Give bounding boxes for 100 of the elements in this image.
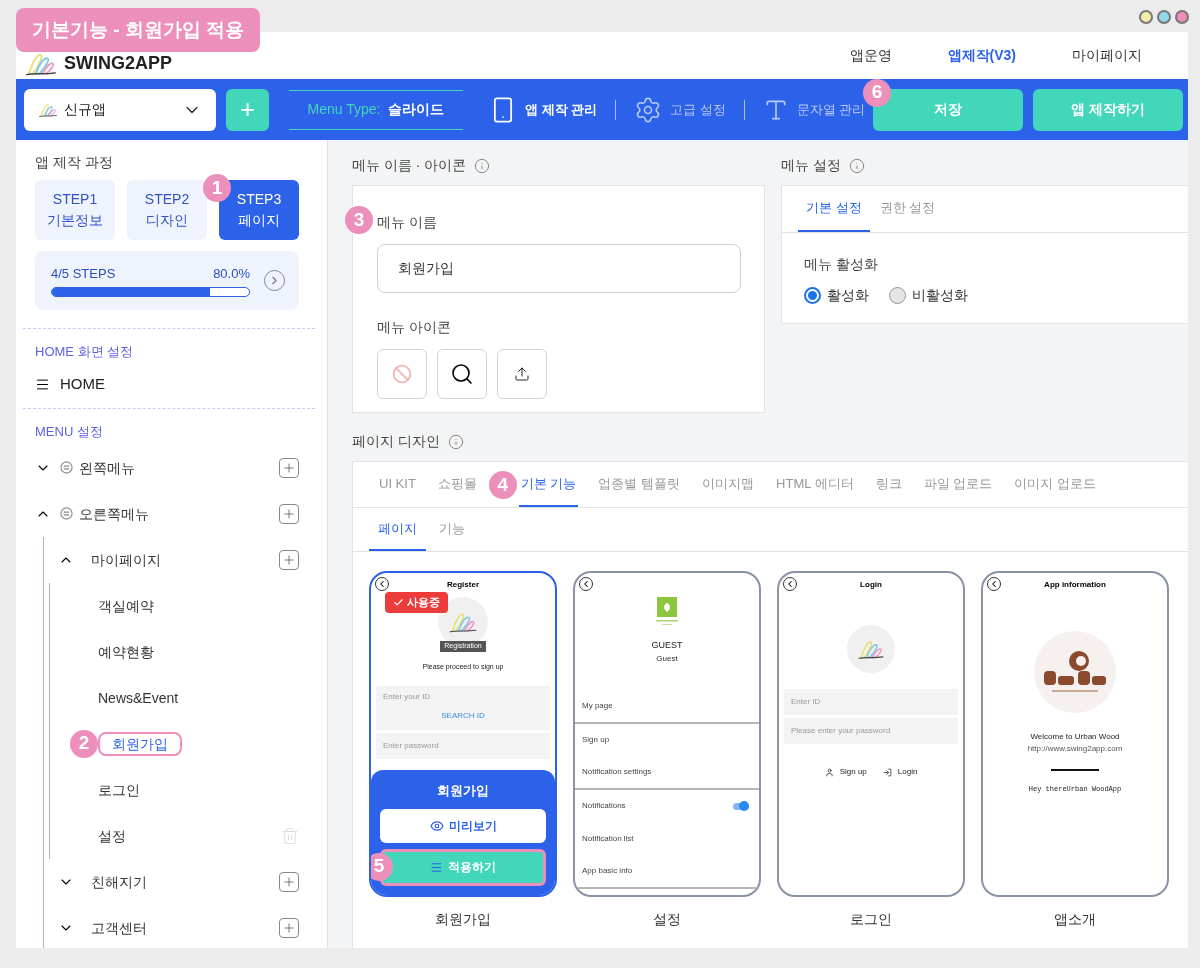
section-title: 앱 제작 과정 bbox=[35, 154, 113, 170]
settings-item[interactable]: Notifications bbox=[582, 800, 626, 812]
plus-icon bbox=[282, 506, 296, 521]
plus-icon bbox=[282, 460, 296, 475]
menu-tree-item[interactable]: 오른쪽메뉴 bbox=[79, 505, 149, 522]
menu-tree-item[interactable]: 객실예약 bbox=[98, 597, 154, 614]
scribble-logo-icon bbox=[38, 101, 58, 118]
radio-label: 비활성화 bbox=[912, 286, 968, 305]
settings-item[interactable]: App basic info bbox=[582, 865, 633, 877]
screen-link[interactable]: Sign up bbox=[824, 766, 867, 778]
menu-tree-item[interactable]: 로그인 bbox=[98, 781, 140, 798]
settings-item[interactable]: Sign up bbox=[582, 734, 610, 746]
settings-row[interactable]: My page bbox=[575, 690, 759, 724]
menu-circle-icon bbox=[60, 461, 73, 474]
settings-row[interactable]: Sign up bbox=[575, 723, 759, 757]
app-select[interactable]: 신규앱 bbox=[24, 88, 216, 131]
template-name: 로그인 bbox=[850, 910, 892, 929]
plus-icon bbox=[282, 552, 296, 567]
menu-name-input[interactable]: 회원가입 bbox=[377, 244, 741, 293]
settings-item[interactable]: Notification list bbox=[582, 833, 634, 845]
icon-option-button[interactable] bbox=[437, 349, 487, 399]
settings-item[interactable]: My page bbox=[582, 700, 613, 712]
section-title: 페이지 디자인 bbox=[352, 432, 440, 451]
screen-title: Login bbox=[860, 579, 882, 591]
progress-percent: 80.0% bbox=[213, 265, 250, 284]
design-subtab[interactable]: 페이지 bbox=[369, 508, 426, 551]
menu-tree-item[interactable]: 고객센터 bbox=[91, 919, 147, 936]
login-icon bbox=[882, 767, 892, 777]
settings-row[interactable]: App basic info bbox=[575, 855, 759, 889]
lines-icon bbox=[430, 860, 443, 874]
section-title: HOME 화면 설정 bbox=[35, 344, 134, 359]
menu-tree-item[interactable]: 마이페이지 bbox=[91, 551, 161, 568]
design-tab[interactable]: 기본 기능 bbox=[518, 462, 579, 507]
menu-tree-item[interactable]: News&Event bbox=[98, 689, 179, 706]
nav-link[interactable]: 앱운영 bbox=[849, 45, 892, 66]
menu-tree-item[interactable]: 회원가입 bbox=[98, 731, 182, 756]
info-icon[interactable] bbox=[848, 157, 865, 174]
screen-link[interactable]: Login bbox=[882, 766, 918, 778]
nav-link[interactable]: 마이페이지 bbox=[1072, 45, 1142, 66]
template-name: 회원가입 bbox=[435, 910, 491, 929]
welcome-text: Welcome to Urban Wood bbox=[1030, 731, 1120, 743]
step-button[interactable]: STEP1 기본정보 bbox=[35, 180, 115, 240]
eye-icon bbox=[429, 818, 444, 833]
radio-button[interactable] bbox=[889, 287, 906, 304]
menu-tree-item[interactable]: 설정 bbox=[98, 827, 126, 844]
field-label: 메뉴 이름 bbox=[377, 214, 437, 230]
settings-row[interactable]: Notification list bbox=[575, 822, 759, 856]
url-text: http://www.swing2app.com bbox=[1027, 743, 1123, 755]
menu-tree-item[interactable]: 예약현황 bbox=[98, 643, 154, 660]
menu-type-label: Menu Type: bbox=[307, 100, 381, 119]
search-id-link[interactable]: SEARCH ID bbox=[441, 710, 485, 722]
add-menu-button[interactable] bbox=[279, 503, 299, 524]
menu-type-value: 슬라이드 bbox=[388, 100, 445, 119]
settings-row[interactable]: Notifications bbox=[575, 789, 759, 823]
separator-bar bbox=[1051, 769, 1099, 771]
scribble-logo-icon bbox=[448, 610, 478, 634]
toggle-switch[interactable] bbox=[733, 802, 749, 810]
info-icon[interactable] bbox=[474, 157, 491, 174]
add-menu-button[interactable] bbox=[279, 871, 299, 892]
user-role: Guest bbox=[656, 652, 678, 665]
home-item[interactable]: HOME bbox=[60, 373, 105, 396]
radio-button[interactable] bbox=[804, 287, 821, 304]
user-name: GUEST bbox=[651, 639, 683, 652]
step-button[interactable]: STEP2 디자인 bbox=[127, 180, 207, 240]
add-menu-button[interactable] bbox=[279, 549, 299, 570]
add-menu-button[interactable] bbox=[279, 917, 299, 938]
radio-label: 활성화 bbox=[827, 286, 869, 305]
add-menu-button[interactable] bbox=[279, 457, 299, 478]
design-tab[interactable]: 파일 업로드 bbox=[921, 462, 995, 507]
annotation-marker: 4 bbox=[488, 471, 517, 499]
menu-tree-item[interactable]: 왼쪽메뉴 bbox=[79, 459, 135, 476]
plus-icon bbox=[282, 874, 296, 889]
annotation-marker: 3 bbox=[345, 206, 373, 234]
progress-label: 4/5 STEPS bbox=[51, 265, 116, 284]
annotation-marker: 1 bbox=[203, 174, 231, 202]
settings-row[interactable]: Notification settings bbox=[575, 756, 759, 790]
template-name: 앱소개 bbox=[1054, 910, 1096, 929]
ban-icon bbox=[392, 364, 412, 384]
toolbar-tab[interactable]: 고급 설정 bbox=[670, 99, 726, 120]
check-icon bbox=[393, 596, 404, 608]
in-use-badge: 사용중 bbox=[385, 592, 448, 613]
section-title: 메뉴 설정 bbox=[781, 156, 841, 175]
settings-item[interactable]: Notification settings bbox=[582, 766, 652, 778]
brand-logo: SWING2APP bbox=[64, 52, 173, 75]
toolbar-tab[interactable]: 앱 제작 관리 bbox=[525, 99, 598, 120]
screen-title: Register bbox=[447, 579, 479, 591]
field-label: 메뉴 아이콘 bbox=[377, 319, 451, 335]
menu-icon bbox=[35, 376, 50, 392]
menu-type-box[interactable]: Menu Type: 슬라이드 bbox=[289, 89, 463, 130]
upload-icon bbox=[514, 366, 530, 382]
info-icon[interactable] bbox=[447, 433, 464, 450]
field-label: 메뉴 활성화 bbox=[804, 256, 878, 272]
annotation-marker: 5 bbox=[371, 852, 393, 881]
toolbar-tab[interactable]: 문자열 관리 bbox=[796, 99, 866, 120]
settings-tab[interactable]: 기본 설정 bbox=[798, 186, 870, 232]
nav-link[interactable]: 앱제작(V3) bbox=[947, 45, 1016, 66]
menu-tree-item[interactable]: 친해지기 bbox=[91, 873, 147, 890]
annotation-title: 기본기능 - 회원가입 적용 bbox=[16, 8, 261, 52]
preview-button[interactable]: 미리보기 bbox=[380, 808, 546, 843]
design-tab[interactable]: 이미지 업로드 bbox=[1012, 462, 1098, 507]
